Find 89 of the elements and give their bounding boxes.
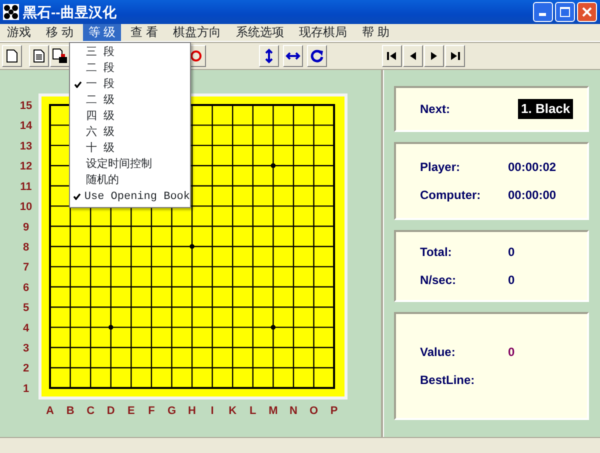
maximize-icon [560, 7, 570, 17]
rotate-button[interactable] [307, 45, 327, 67]
app-icon [3, 4, 19, 20]
menu-item[interactable]: 系统选项 [231, 24, 290, 41]
field-value: 0 [508, 344, 515, 361]
row-label: 5 [22, 302, 30, 314]
row-label: 7 [22, 262, 30, 274]
row-label: 15 [20, 100, 32, 112]
horizontal-arrows-icon [285, 51, 301, 61]
menu-option[interactable]: 六 级 [86, 124, 115, 142]
right-triangle-icon [430, 52, 438, 60]
row-label: 13 [20, 140, 32, 152]
column-label: L [250, 405, 256, 417]
field-label: Total: [420, 244, 453, 261]
save-icon [52, 48, 68, 64]
flip-horizontal-button[interactable] [283, 45, 303, 67]
window-title: 黑石--曲昱汉化 [23, 2, 116, 22]
field-value: 00:00:00 [508, 187, 556, 204]
column-label: F [148, 405, 155, 417]
vertical-arrows-icon [264, 48, 274, 64]
column-label: O [310, 405, 318, 417]
maximize-button[interactable] [555, 2, 575, 22]
field-label: Computer: [420, 187, 482, 204]
menu-option[interactable]: 二 段 [86, 60, 115, 78]
field-value: 0 [508, 244, 515, 261]
save-file-button[interactable] [50, 45, 70, 67]
column-label: C [86, 405, 95, 417]
menu-item[interactable]: 游戏 [2, 24, 36, 41]
menu-option[interactable]: 十 级 [86, 140, 115, 158]
row-label: 14 [20, 120, 32, 132]
column-label: H [188, 405, 196, 417]
menu-item[interactable]: 等 级 [83, 24, 121, 41]
column-label: G [167, 405, 176, 417]
menu-option[interactable]: Use Opening Book [84, 188, 190, 206]
column-label: K [228, 405, 237, 417]
page-icon [6, 49, 18, 63]
column-label: M [268, 405, 278, 417]
document-icon [33, 49, 45, 63]
column-label: P [330, 405, 338, 417]
field-label: Next: [420, 101, 452, 118]
menu-item[interactable]: 移 动 [41, 24, 78, 41]
menu-option[interactable]: 一 段 [86, 76, 115, 94]
field-label: Player: [420, 159, 462, 176]
column-label: B [66, 405, 74, 417]
skip-end-icon [450, 52, 460, 60]
menu-option[interactable]: 三 段 [86, 44, 115, 62]
row-label: 1 [22, 382, 30, 395]
row-label: 10 [20, 201, 32, 214]
menu-item[interactable]: 查 看 [126, 24, 164, 41]
row-label: 8 [22, 241, 30, 254]
column-label: I [210, 405, 214, 417]
menu-item[interactable]: 棋盘方向 [168, 24, 226, 41]
field-value: 0 [508, 272, 515, 289]
menu-option[interactable]: 随机的 [86, 172, 119, 190]
menu-option[interactable]: 四 级 [86, 108, 115, 126]
row-label: 2 [22, 362, 30, 375]
previous-move-button[interactable] [403, 45, 423, 67]
row-label: 4 [22, 322, 30, 334]
field-label: Value: [420, 344, 456, 361]
row-label: 9 [22, 221, 30, 234]
circle-icon [190, 50, 202, 62]
close-button[interactable] [577, 2, 597, 22]
menu-option[interactable]: 二 级 [86, 92, 115, 110]
row-label: 12 [20, 160, 32, 173]
column-label: D [106, 405, 115, 417]
left-triangle-icon [409, 52, 417, 60]
column-label: A [46, 405, 54, 417]
row-label: 3 [22, 342, 30, 355]
field-value: 1. Black [518, 99, 574, 119]
rotate-icon [310, 49, 324, 63]
close-icon [582, 7, 592, 17]
field-label: N/sec: [420, 272, 458, 289]
menu-item[interactable]: 帮 助 [357, 24, 394, 41]
menu-item[interactable]: 现存棋局 [294, 24, 352, 41]
field-label: BestLine: [420, 372, 476, 389]
column-label: E [128, 405, 135, 417]
field-value: 00:00:02 [508, 159, 556, 176]
flip-vertical-button[interactable] [259, 45, 279, 67]
open-file-button[interactable] [29, 45, 49, 67]
minimize-button[interactable] [533, 2, 553, 22]
skip-start-icon [387, 52, 397, 60]
row-label: 11 [20, 180, 32, 193]
first-move-button[interactable] [382, 45, 402, 67]
menu-option[interactable]: 设定时间控制 [86, 156, 152, 174]
column-label: N [290, 405, 298, 417]
new-file-button[interactable] [2, 45, 22, 67]
next-move-button[interactable] [424, 45, 444, 67]
last-move-button[interactable] [445, 45, 465, 67]
row-label: 6 [22, 282, 30, 294]
